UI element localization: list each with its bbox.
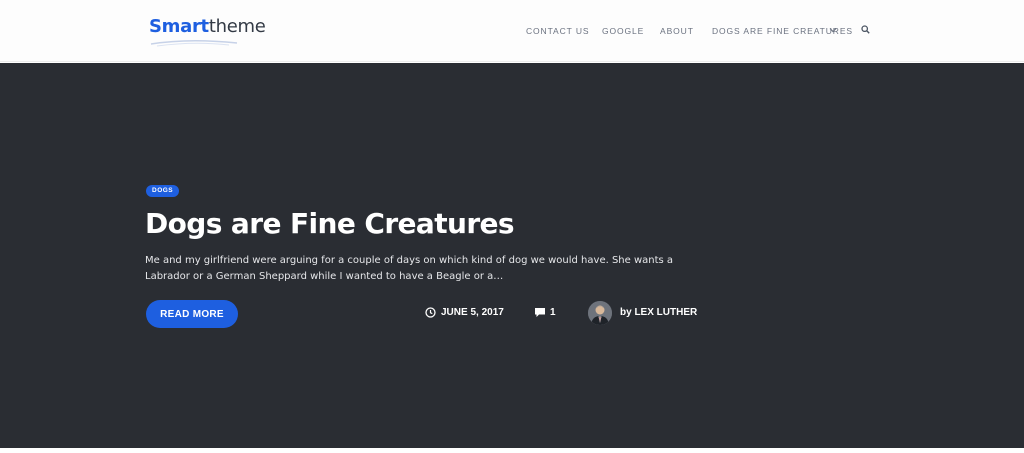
post-excerpt: Me and my girlfriend were arguing for a … bbox=[145, 255, 674, 282]
search-icon[interactable] bbox=[861, 25, 870, 34]
author-avatar[interactable] bbox=[588, 301, 612, 325]
chevron-down-icon[interactable] bbox=[829, 26, 837, 34]
nav-contact-us[interactable]: CONTACT US bbox=[526, 25, 589, 37]
author-avatar-image bbox=[588, 301, 612, 325]
comment-icon bbox=[535, 308, 545, 317]
post-date: JUNE 5, 2017 bbox=[441, 307, 504, 318]
logo-text-theme: theme bbox=[208, 16, 266, 37]
nav-google[interactable]: GOOGLE bbox=[602, 25, 644, 37]
logo-text-smart: Smart bbox=[149, 16, 209, 37]
nav-about[interactable]: ABOUT bbox=[660, 25, 694, 37]
logo-text: Smarttheme bbox=[149, 15, 266, 39]
site-header: Smarttheme CONTACT US GOOGLE ABOUT DOGS … bbox=[0, 0, 1024, 62]
site-logo[interactable]: Smarttheme bbox=[149, 15, 266, 47]
category-badge[interactable]: DOGS bbox=[146, 185, 180, 197]
post-author[interactable]: by LEX LUTHER bbox=[620, 306, 697, 320]
post-title[interactable]: Dogs are Fine Creatures bbox=[145, 206, 515, 242]
clock-icon bbox=[425, 307, 436, 318]
comment-count[interactable]: 1 bbox=[550, 306, 556, 320]
page-bottom bbox=[0, 448, 1024, 453]
read-more-button[interactable]: READ MORE bbox=[146, 300, 238, 328]
